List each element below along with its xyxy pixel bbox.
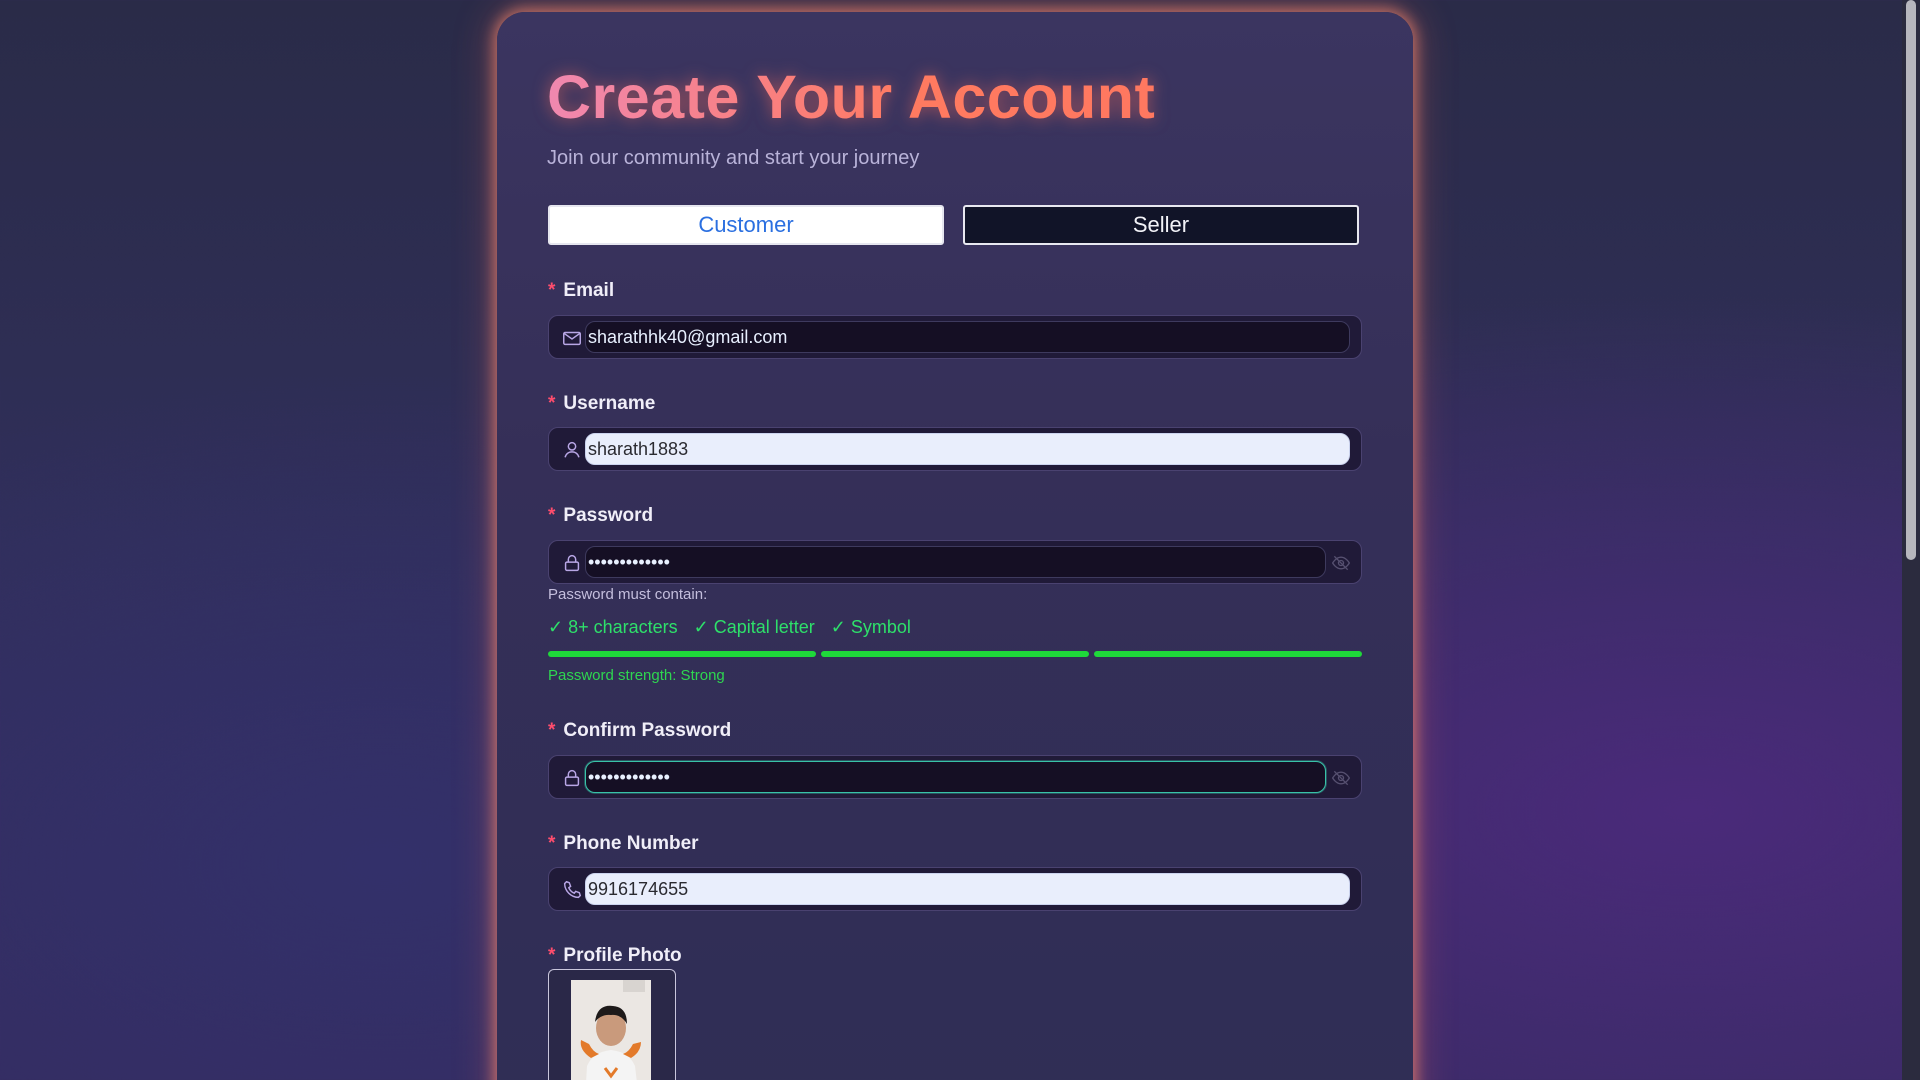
username-input[interactable]	[585, 433, 1350, 465]
confirm-password-field	[548, 755, 1362, 799]
customer-toggle-button[interactable]: Customer	[548, 205, 944, 245]
required-asterisk: *	[548, 505, 556, 526]
profile-photo-label-text: Profile Photo	[563, 945, 682, 966]
confirm-password-label: * Confirm Password	[548, 720, 731, 742]
scrollbar-thumb[interactable]	[1906, 0, 1916, 560]
email-label: * Email	[548, 280, 614, 302]
required-asterisk: *	[548, 720, 556, 741]
mail-icon	[563, 331, 581, 346]
phone-field	[548, 867, 1362, 911]
strength-bar-segment	[1094, 651, 1362, 657]
username-label-text: Username	[563, 393, 656, 414]
profile-photo-label: * Profile Photo	[548, 945, 682, 967]
required-asterisk: *	[548, 833, 556, 854]
password-input[interactable]	[585, 546, 1326, 578]
rule-symbol: ✓ Symbol	[830, 617, 911, 637]
phone-input[interactable]	[585, 873, 1350, 905]
signup-card: Create Your Account Join our community a…	[497, 12, 1413, 1080]
password-strength-text: Password strength: Strong	[548, 667, 725, 684]
confirm-password-input[interactable]	[585, 761, 1326, 793]
profile-photo-preview	[571, 980, 651, 1080]
password-label: * Password	[548, 505, 653, 527]
email-input[interactable]	[585, 321, 1350, 353]
username-label: * Username	[548, 393, 655, 415]
required-asterisk: *	[548, 393, 556, 414]
strength-bar-segment	[548, 651, 816, 657]
required-asterisk: *	[548, 280, 556, 301]
password-rules: ✓ 8+ characters ✓ Capital letter ✓ Symbo…	[548, 617, 911, 638]
eye-off-icon[interactable]	[1331, 553, 1351, 573]
email-field	[548, 315, 1362, 359]
lock-icon	[564, 554, 580, 572]
password-strength-meter	[548, 651, 1362, 657]
confirm-password-label-text: Confirm Password	[563, 720, 732, 741]
username-field	[548, 427, 1362, 471]
strength-bar-segment	[821, 651, 1089, 657]
user-icon	[564, 441, 580, 458]
rule-length: ✓ 8+ characters	[548, 617, 678, 637]
required-asterisk: *	[548, 945, 556, 966]
person-photo-icon	[571, 980, 651, 1080]
rule-capital: ✓ Capital letter	[693, 617, 815, 637]
page-subtitle: Join our community and start your journe…	[547, 147, 920, 169]
seller-toggle-button[interactable]: Seller	[963, 205, 1359, 245]
password-label-text: Password	[563, 505, 654, 526]
phone-label: * Phone Number	[548, 833, 699, 855]
phone-icon	[563, 880, 582, 899]
password-hint: Password must contain:	[548, 586, 708, 603]
profile-photo-upload[interactable]	[548, 969, 676, 1080]
page-title: Create Your Account	[547, 63, 1156, 131]
eye-off-icon[interactable]	[1331, 768, 1351, 788]
email-label-text: Email	[563, 280, 615, 301]
lock-icon	[564, 769, 580, 787]
password-field	[548, 540, 1362, 584]
scrollbar[interactable]	[1902, 0, 1920, 1080]
phone-label-text: Phone Number	[563, 833, 699, 854]
